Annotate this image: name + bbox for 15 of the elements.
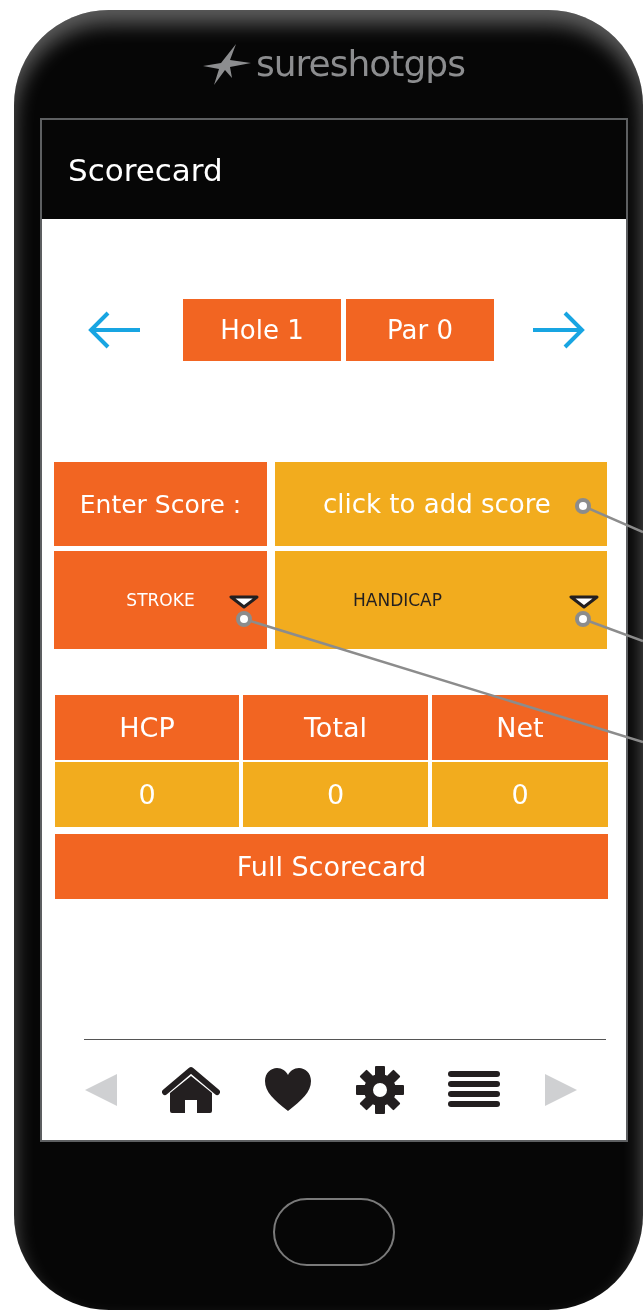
screen-title: Scorecard [68, 151, 223, 188]
total-value-cell: 0 [243, 762, 428, 827]
dropdown[interactable]: HANDICAP [275, 551, 607, 649]
score-input-field[interactable]: click to add score [275, 462, 607, 546]
brand-logo-text: sureshotgps [256, 46, 465, 82]
total-value-cell: 0 [55, 762, 239, 827]
par-label: Par 0 [346, 299, 494, 361]
hole-label: Hole 1 [183, 299, 341, 361]
enter-score-label: Enter Score : [54, 462, 267, 546]
column-header: Net [432, 695, 608, 760]
total-value-cell: 0 [432, 762, 608, 827]
column-header: Total [243, 695, 428, 760]
dropdown[interactable]: STROKE [54, 551, 267, 649]
column-header: HCP [55, 695, 239, 760]
full-scorecard-button[interactable]: Full Scorecard [55, 834, 608, 899]
